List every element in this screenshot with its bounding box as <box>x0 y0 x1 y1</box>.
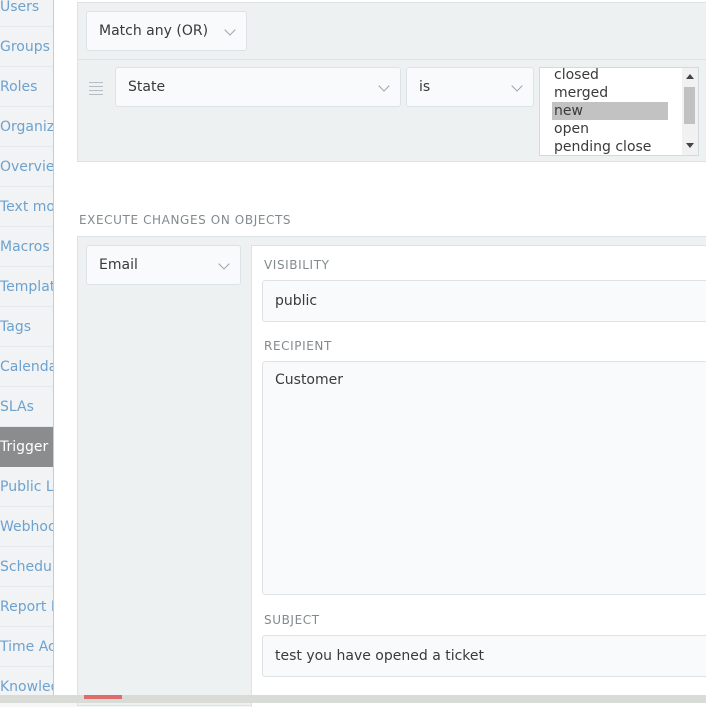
execute-panel: Email VISIBILITY public RECIPIENT Custom… <box>77 236 706 707</box>
visibility-label: VISIBILITY <box>264 258 330 272</box>
sidebar-item-trigger[interactable]: Trigger <box>0 427 53 467</box>
option-pending-close[interactable]: pending close <box>552 138 668 155</box>
sidebar-item-templates[interactable]: Templates <box>0 267 53 307</box>
sidebar-item-organizations[interactable]: Organizations <box>0 107 53 147</box>
scroll-down-icon[interactable] <box>686 143 694 148</box>
sidebar-item-overviews[interactable]: Overviews <box>0 147 53 187</box>
conditions-panel: Match any (OR) State is closed merged ne… <box>77 2 706 162</box>
admin-sidebar: Users Groups Roles Organizations Overvie… <box>0 0 54 703</box>
sidebar-item-roles[interactable]: Roles <box>0 67 53 107</box>
taskbar-tab[interactable] <box>84 695 122 699</box>
chevron-down-icon <box>224 24 236 36</box>
sidebar-item-groups[interactable]: Groups <box>0 27 53 67</box>
sidebar-item-time-accounting[interactable]: Time Accounting <box>0 627 53 667</box>
condition-value-listbox[interactable]: closed merged new open pending close <box>539 67 699 156</box>
sidebar-item-users[interactable]: Users <box>0 0 53 27</box>
sidebar-item-calendars[interactable]: Calendars <box>0 347 53 387</box>
subject-input[interactable]: test you have opened a ticket <box>262 635 706 677</box>
action-select[interactable]: Email <box>86 245 241 285</box>
option-open[interactable]: open <box>552 120 668 138</box>
option-new[interactable]: new <box>552 102 668 120</box>
execute-section-title: EXECUTE CHANGES ON OBJECTS <box>79 213 292 227</box>
sidebar-item-public-links[interactable]: Public Links <box>0 467 53 507</box>
option-closed[interactable]: closed <box>552 68 668 84</box>
drag-handle-icon[interactable] <box>89 82 103 98</box>
action-value: Email <box>99 257 138 273</box>
condition-attribute-value: State <box>128 79 166 95</box>
visibility-select[interactable]: public <box>262 280 706 322</box>
recipient-token[interactable]: Customer <box>275 372 343 388</box>
sidebar-item-scheduler[interactable]: Scheduler <box>0 547 53 587</box>
subject-value: test you have opened a ticket <box>275 648 485 664</box>
trigger-editor: Match any (OR) State is closed merged ne… <box>54 0 706 707</box>
match-mode-select[interactable]: Match any (OR) <box>86 11 247 51</box>
condition-operator-select[interactable]: is <box>406 67 534 107</box>
listbox-scrollbar[interactable] <box>682 68 698 155</box>
scroll-up-icon[interactable] <box>686 74 694 79</box>
sidebar-item-slas[interactable]: SLAs <box>0 387 53 427</box>
sidebar-item-report-profiles[interactable]: Report Profiles <box>0 587 53 627</box>
condition-attribute-select[interactable]: State <box>115 67 401 107</box>
chevron-down-icon <box>378 80 390 92</box>
sidebar-item-webhooks[interactable]: Webhooks <box>0 507 53 547</box>
recipient-label: RECIPIENT <box>264 339 332 353</box>
option-merged[interactable]: merged <box>552 84 668 102</box>
scroll-thumb[interactable] <box>684 87 695 124</box>
visibility-value: public <box>275 293 318 309</box>
chevron-down-icon <box>218 258 230 270</box>
subject-label: SUBJECT <box>264 613 320 627</box>
action-settings: VISIBILITY public RECIPIENT Customer SUB… <box>251 245 706 707</box>
bottom-taskbar <box>0 695 706 703</box>
match-mode-value: Match any (OR) <box>99 23 209 39</box>
recipient-field[interactable]: Customer <box>262 361 706 595</box>
sidebar-item-macros[interactable]: Macros <box>0 227 53 267</box>
sidebar-item-text-modules[interactable]: Text modules <box>0 187 53 227</box>
divider <box>78 59 706 60</box>
condition-operator-value: is <box>419 79 431 95</box>
sidebar-item-tags[interactable]: Tags <box>0 307 53 347</box>
chevron-down-icon <box>511 80 523 92</box>
